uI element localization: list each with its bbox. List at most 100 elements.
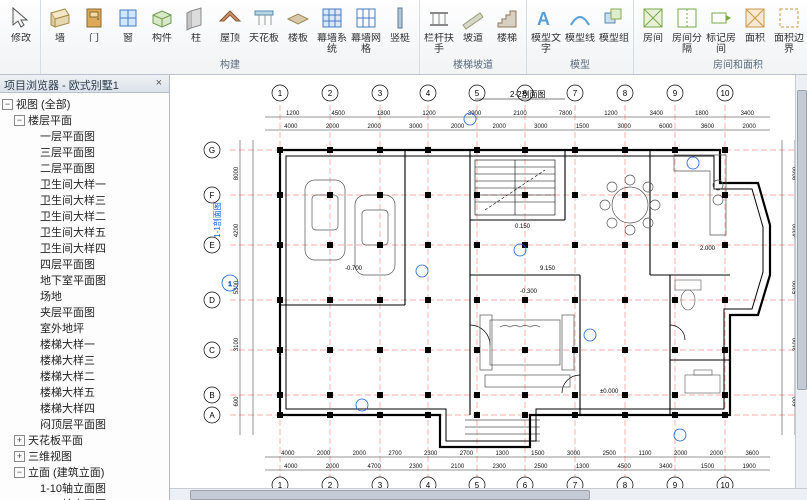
curtain-grid-button[interactable]: 幕墙网格 [349,2,383,58]
dimension-text: 2500 [534,464,548,470]
tree-node[interactable]: 卫生间大样三 [2,192,167,208]
tree-toggle-icon[interactable]: − [14,467,25,478]
roof-button[interactable]: 屋顶 [213,2,247,58]
ribbon-group-title: 房间和面积 [636,58,807,73]
modeltext-icon: A [533,5,559,31]
ribbon-group: A模型文字模型线模型组模型 [527,0,634,74]
dimension-text: 3400 [741,111,755,117]
ribbon-button-label: 面积边界 [773,33,805,55]
ribbon-button-label: 竖梃 [384,33,416,44]
room-button[interactable]: 房间 [636,2,670,58]
ribbon-group-title [4,58,38,73]
dimension-text: 1500 [576,124,590,130]
model-group-button[interactable]: 模型组 [597,2,631,58]
tree-toggle-icon[interactable]: − [14,115,25,126]
vertical-scrollbar[interactable] [795,75,807,488]
tree-node[interactable]: 楼梯大样五 [2,384,167,400]
column-button[interactable]: 柱 [179,2,213,58]
tree-node[interactable]: 10-1轴立面图 [2,496,167,500]
dimension-text: 4000 [284,124,298,130]
project-browser-tree[interactable]: −视图 (全部)−楼层平面一层平面图三层平面图二层平面图卫生间大样一卫生间大样三… [0,93,169,500]
arealine-icon [776,5,802,31]
railing-button[interactable]: 栏杆扶手 [422,2,456,58]
dimension-text: 1500 [531,451,545,457]
area-line-button[interactable]: 面积边界 [772,2,806,58]
tree-node[interactable]: 楼梯大样四 [2,400,167,416]
tree-node-label: 楼层平面 [28,112,72,128]
dimension-text: 1300 [495,451,509,457]
tree-node[interactable]: 室外地坪 [2,320,167,336]
floor-plan-drawing: 12345678910 12345678910 GFEDCBA GFEDCBA … [170,75,807,488]
grid-bubble: 1 [278,89,283,98]
tree-node[interactable]: 一层平面图 [2,128,167,144]
dimension-text: 1300 [576,464,590,470]
tree-node[interactable]: 卫生间大样四 [2,240,167,256]
dimension-text: 2300 [409,464,423,470]
tree-node[interactable]: 楼梯大样一 [2,336,167,352]
dimension-text: 600 [234,396,240,407]
room-tag-button[interactable]: 标记房间 [704,2,738,58]
component-button[interactable]: 构件 [145,2,179,58]
dimension-text: 2000 [451,124,465,130]
door-button[interactable]: 门 [77,2,111,58]
roomsep-icon [674,5,700,31]
area-button[interactable]: 面积 [738,2,772,58]
stair-button[interactable]: 楼梯 [490,2,524,58]
vertical-scrollbar-thumb[interactable] [797,90,807,390]
tree-node[interactable]: 卫生间大样一 [2,176,167,192]
window-button[interactable]: 窗 [111,2,145,58]
horizontal-scrollbar[interactable] [170,488,807,500]
ceiling-button[interactable]: 天花板 [247,2,281,58]
stair-icon [494,5,520,31]
tree-node[interactable]: 夹层平面图 [2,304,167,320]
grid-bubble: 9 [673,481,678,488]
modelline-icon [567,5,593,31]
tree-node[interactable]: +三维视图 [2,448,167,464]
grid-bubble: 5 [475,481,480,488]
ribbon-button-label: 模型组 [598,33,630,44]
dimension-text: 3000 [534,124,548,130]
tree-node[interactable]: 卫生间大样二 [2,208,167,224]
tree-toggle-icon[interactable]: + [14,435,25,446]
grid-bubble: 7 [573,481,578,488]
tree-node[interactable]: 1-10轴立面图 [2,480,167,496]
roomtag-icon [708,5,734,31]
horizontal-scrollbar-thumb[interactable] [190,490,590,500]
model-text-button[interactable]: A模型文字 [529,2,563,58]
wall-icon [47,5,73,31]
ribbon-button-label: 模型线 [564,33,596,44]
tree-node[interactable]: 场地 [2,288,167,304]
tree-node[interactable]: 卫生间大样五 [2,224,167,240]
tree-node[interactable]: 三层平面图 [2,144,167,160]
tree-node-label: 视图 (全部) [16,96,70,112]
tree-node[interactable]: 四层平面图 [2,256,167,272]
tree-node[interactable]: 闷顶层平面图 [2,416,167,432]
tree-node[interactable]: 楼梯大样二 [2,368,167,384]
tree-node[interactable]: 楼梯大样三 [2,352,167,368]
ramp-button[interactable]: 坡道 [456,2,490,58]
tree-node[interactable]: 二层平面图 [2,160,167,176]
dimension-text: 1100 [639,451,653,457]
drawing-canvas[interactable]: 12345678910 12345678910 GFEDCBA GFEDCBA … [170,75,807,488]
tree-toggle-icon[interactable]: + [14,451,25,462]
dimension-text: 1900 [742,464,756,470]
door-icon [81,5,107,31]
ribbon-button-label: 标记房间 [705,33,737,55]
tree-toggle-icon[interactable]: − [2,99,13,110]
close-icon[interactable]: × [153,77,165,90]
tree-node[interactable]: −楼层平面 [2,112,167,128]
project-browser-title-bar[interactable]: 项目浏览器 - 欧式别墅1 × [0,75,169,93]
modify-button[interactable]: 修改 [4,2,38,58]
tree-node[interactable]: +天花板平面 [2,432,167,448]
wall-button[interactable]: 墙 [43,2,77,58]
dimension-text: 4700 [367,464,381,470]
tree-node[interactable]: −立面 (建筑立面) [2,464,167,480]
model-line-button[interactable]: 模型线 [563,2,597,58]
floor-button[interactable]: 楼板 [281,2,315,58]
mullion-button[interactable]: 竖梃 [383,2,417,58]
room-sep-button[interactable]: 房间分隔 [670,2,704,58]
dimension-text: 2700 [460,451,474,457]
tree-node[interactable]: 地下室平面图 [2,272,167,288]
tree-node[interactable]: −视图 (全部) [2,96,167,112]
curtain-sys-button[interactable]: 幕墙系统 [315,2,349,58]
